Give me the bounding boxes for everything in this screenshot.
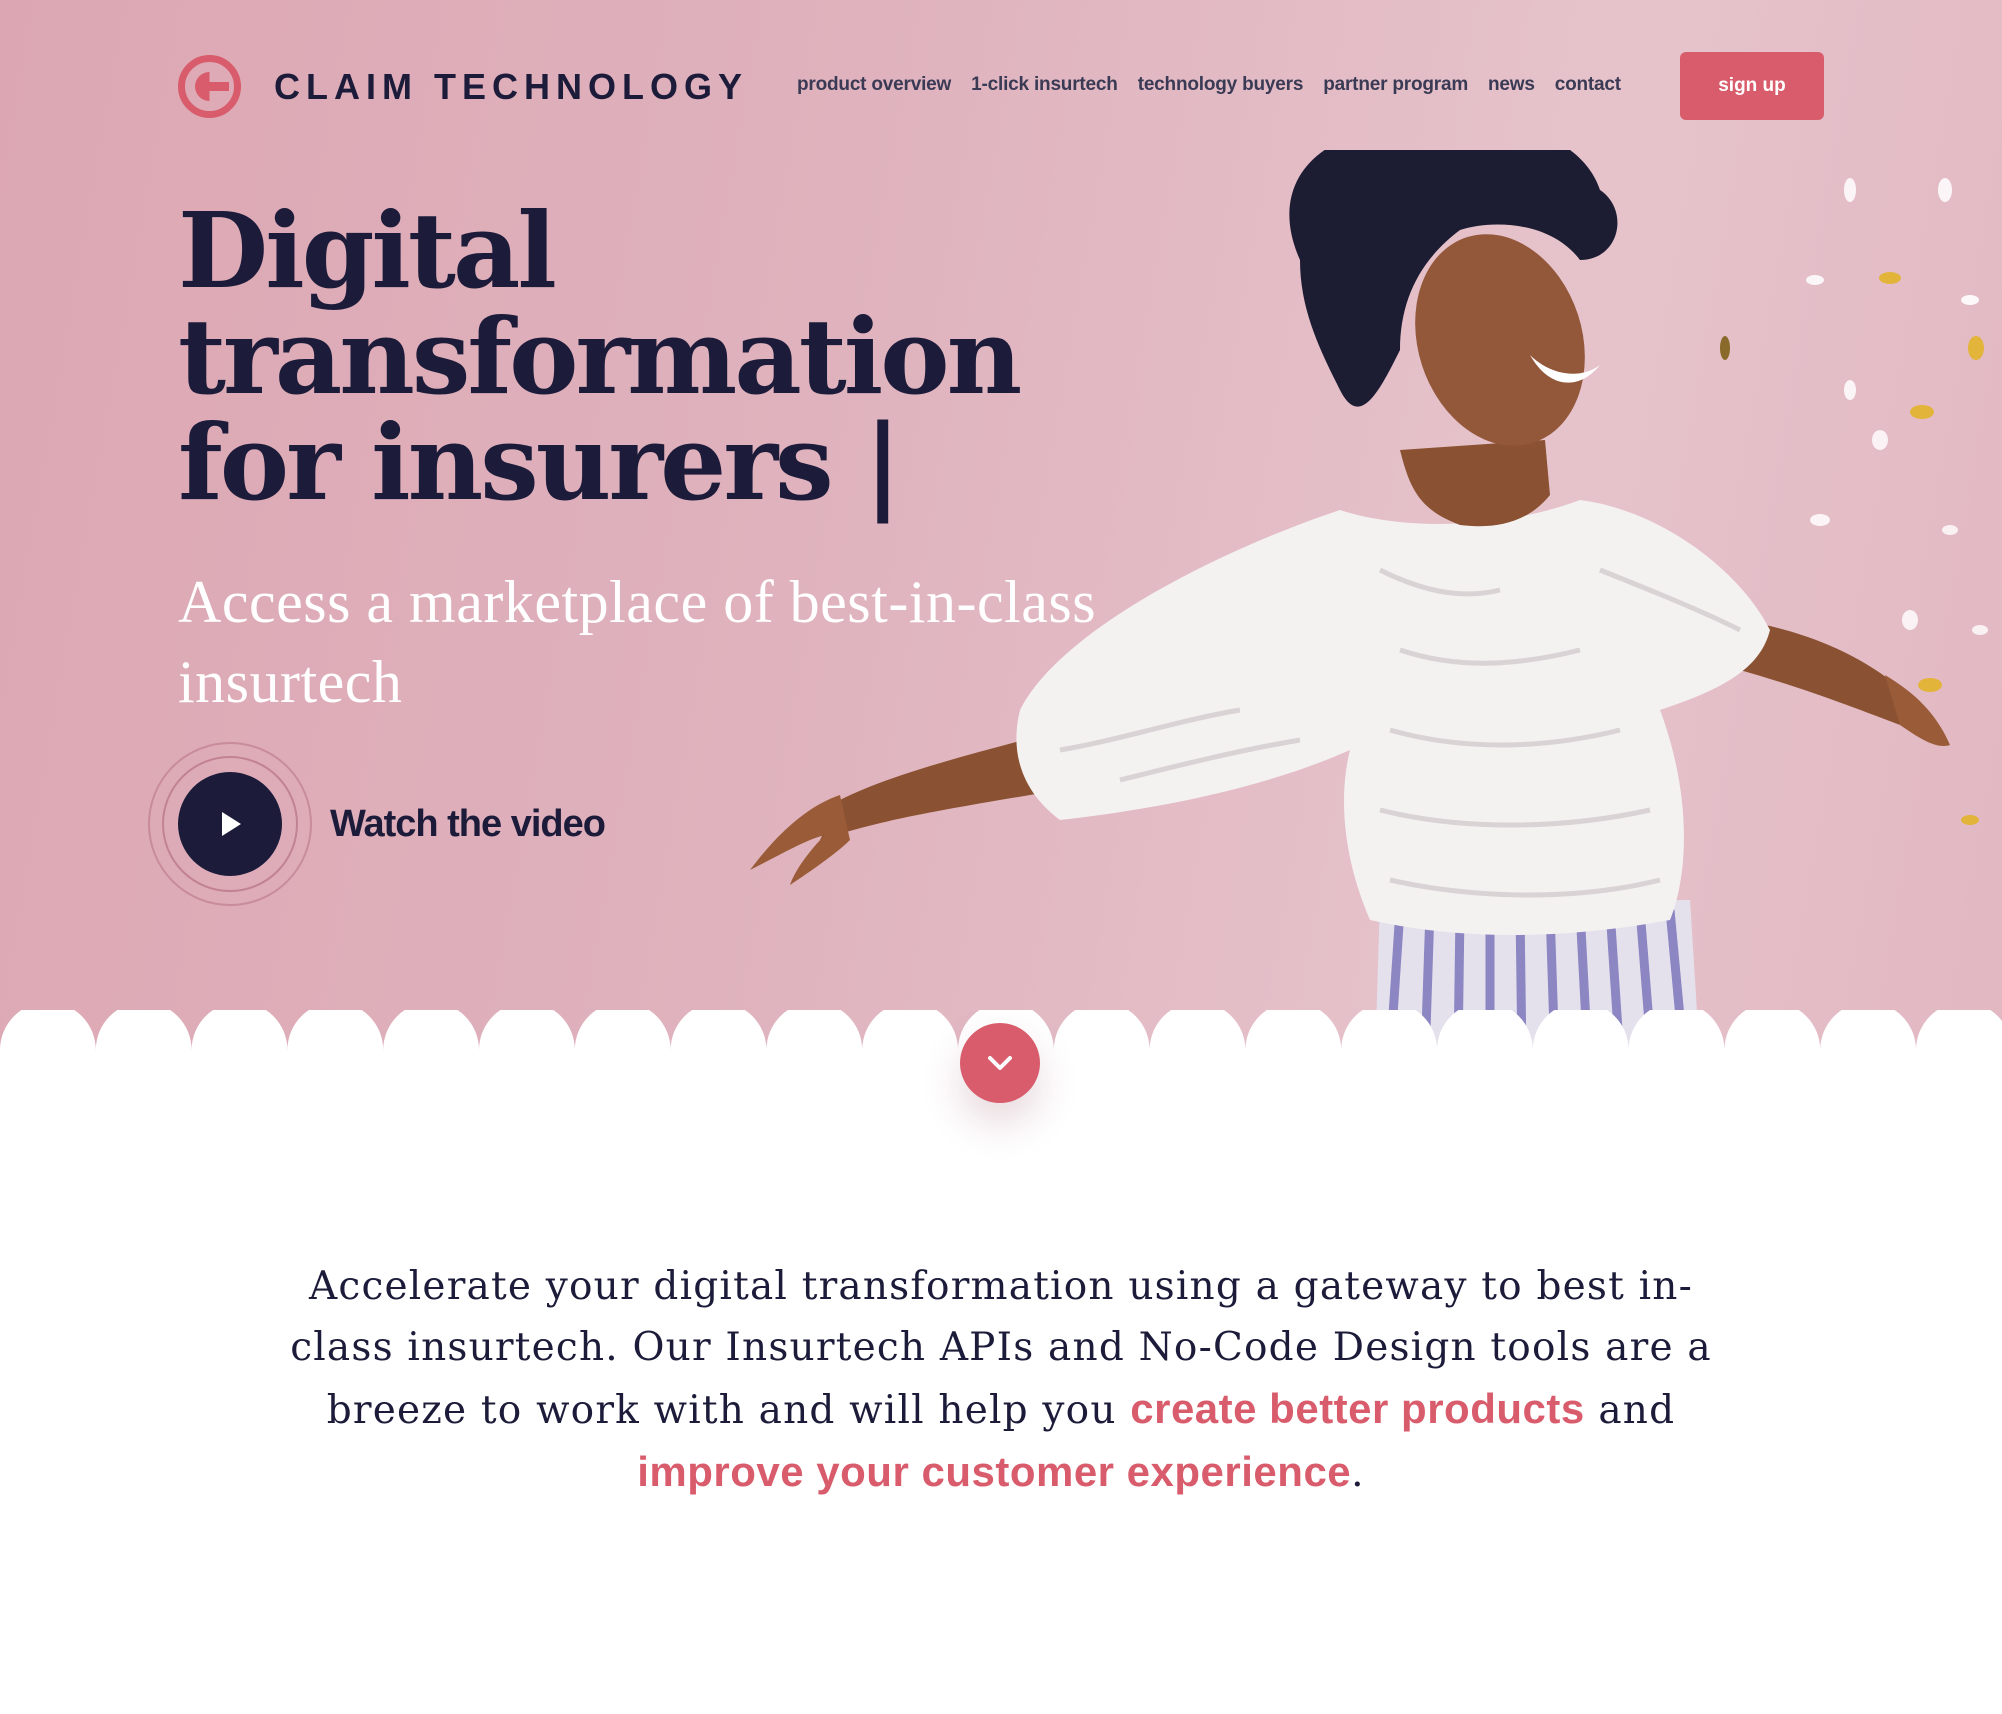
- chevron-down-icon: [988, 1056, 1012, 1070]
- hero-subline-line: Access a marketplace of best-in-class: [178, 569, 1097, 635]
- scroll-down-button[interactable]: [960, 1023, 1040, 1103]
- nav-partner-program[interactable]: partner program: [1323, 74, 1468, 96]
- intro-highlight-products: create better products: [1130, 1385, 1585, 1432]
- play-icon: [222, 812, 241, 836]
- nav-technology-buyers[interactable]: technology buyers: [1138, 74, 1304, 96]
- watch-video-link[interactable]: Watch the video: [148, 742, 606, 906]
- intro-highlight-experience: improve your customer experience: [637, 1448, 1352, 1495]
- nav-1-click-insurtech[interactable]: 1-click insurtech: [971, 74, 1118, 96]
- intro-text: and: [1584, 1388, 1676, 1433]
- brand-name[interactable]: CLAIM TECHNOLOGY: [274, 66, 748, 108]
- play-ring: [148, 742, 312, 906]
- hero-subline: Access a marketplace of best-in-class in…: [178, 562, 1178, 722]
- intro-text: .: [1351, 1451, 1365, 1496]
- hero-subline-line: insurtech: [178, 649, 403, 715]
- hero-headline-line: transformation: [178, 295, 1022, 418]
- watch-video-label[interactable]: Watch the video: [330, 803, 606, 846]
- nav-product-overview[interactable]: product overview: [797, 74, 951, 96]
- hero-headline: Digital transformation for insurers |: [178, 198, 1078, 516]
- play-ring-inner: [162, 756, 298, 892]
- play-button[interactable]: [178, 772, 282, 876]
- hero-headline-line: Digital: [178, 189, 557, 312]
- claim-technology-logo-icon[interactable]: [177, 54, 242, 119]
- main-nav: product overview 1-click insurtech techn…: [797, 74, 1621, 96]
- hero-headline-line: for insurers |: [178, 401, 902, 524]
- nav-news[interactable]: news: [1488, 74, 1535, 96]
- intro-paragraph: Accelerate your digital transformation u…: [260, 1256, 1742, 1504]
- nav-contact[interactable]: contact: [1555, 74, 1621, 96]
- sign-up-button[interactable]: sign up: [1680, 52, 1824, 120]
- hero-section: CLAIM TECHNOLOGY product overview 1-clic…: [0, 0, 2002, 1060]
